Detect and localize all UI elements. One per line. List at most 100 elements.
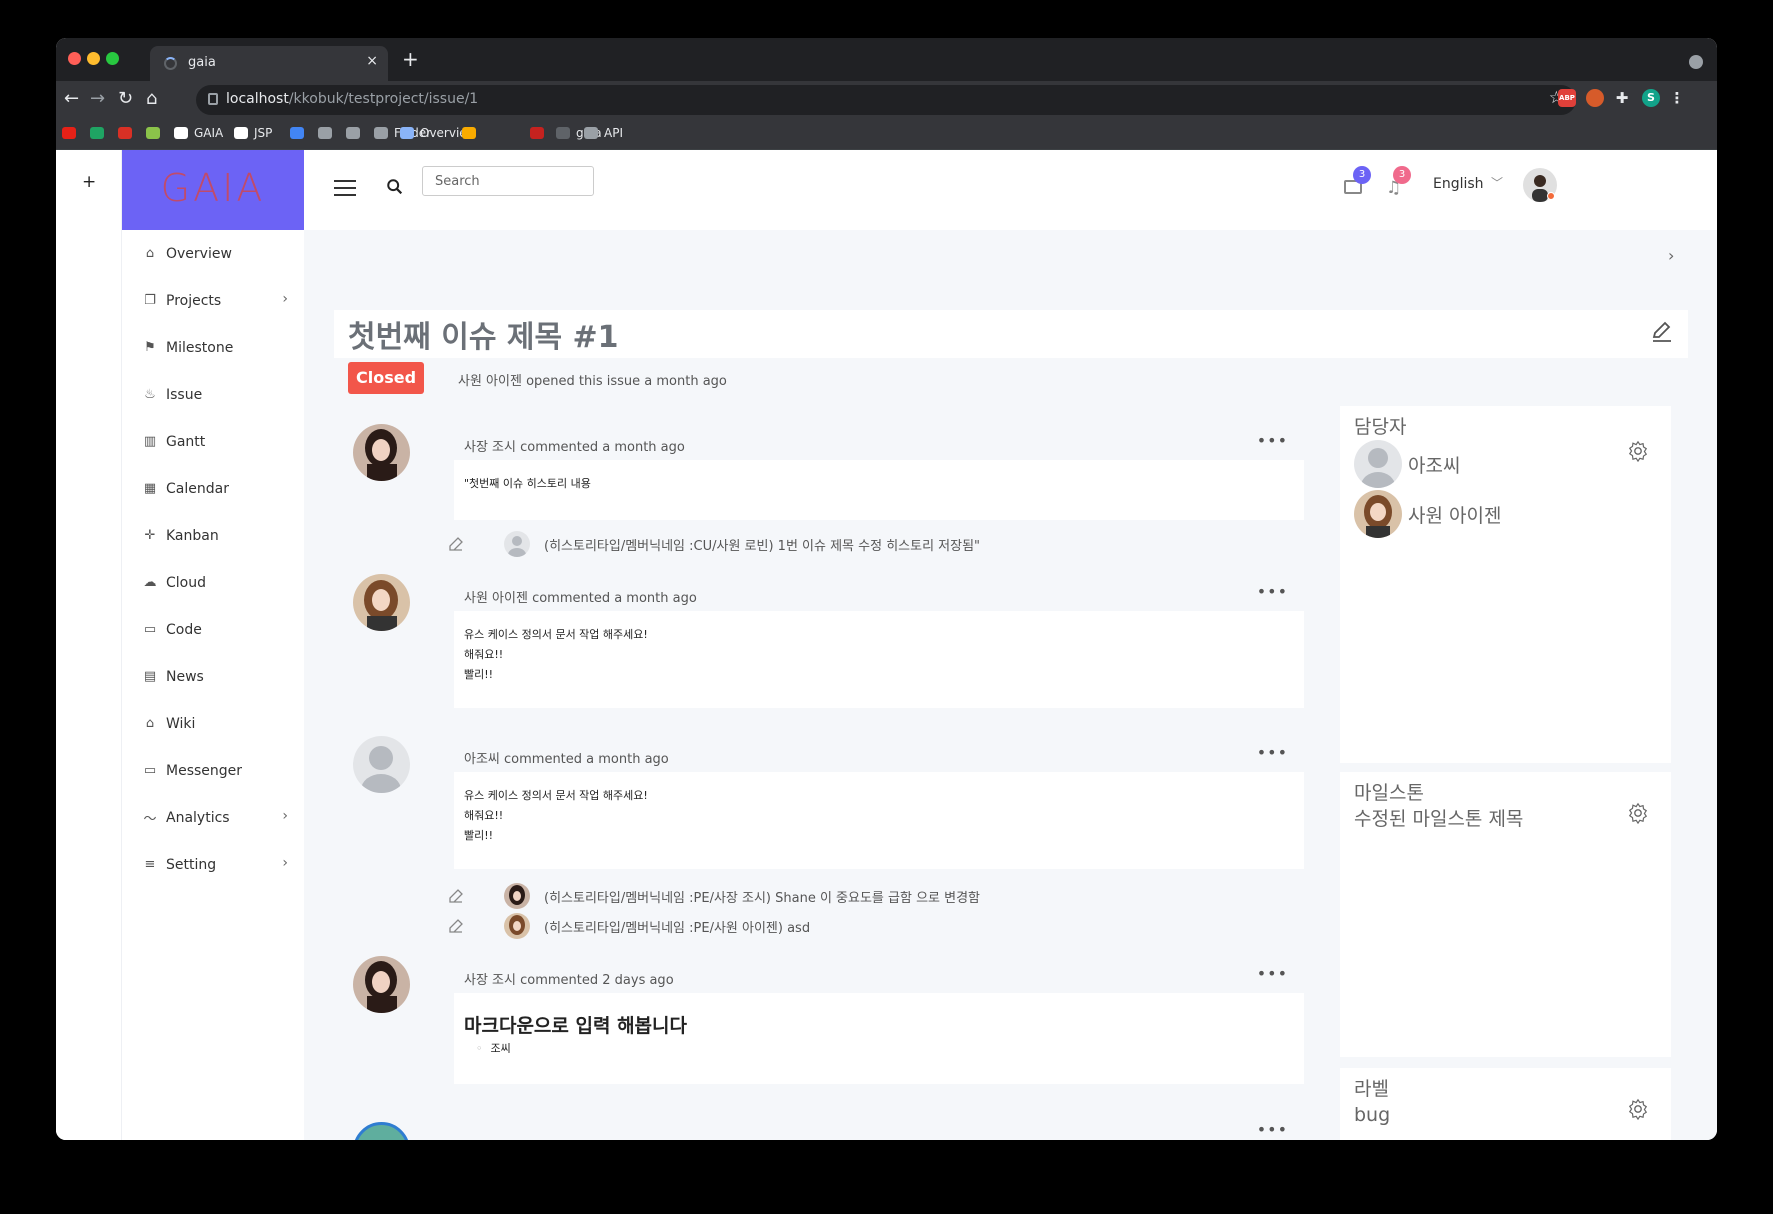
new-tab-button[interactable]: + bbox=[402, 49, 419, 69]
more-options-icon[interactable]: ••• bbox=[1257, 743, 1288, 762]
sidebar-item-label: Cloud bbox=[166, 574, 206, 591]
language-select[interactable]: English bbox=[1433, 176, 1484, 192]
sidebar-item-label: Projects bbox=[166, 292, 222, 309]
notification-count-badge: 3 bbox=[1393, 166, 1411, 184]
logo[interactable]: GAIA bbox=[122, 150, 304, 230]
comment-header: 아조씨 commented a month ago ••• bbox=[454, 738, 1304, 772]
sidebar-item-wiki[interactable]: ⌂ Wiki bbox=[122, 700, 304, 747]
assignee-title: 담당자 bbox=[1354, 416, 1407, 438]
tab-search-icon[interactable] bbox=[1689, 55, 1703, 69]
bookmark-favicon-icon bbox=[290, 127, 304, 139]
more-options-icon[interactable]: ••• bbox=[1257, 582, 1288, 601]
close-window-button[interactable] bbox=[68, 52, 81, 65]
sidebar-item-news[interactable]: ▤ News bbox=[122, 653, 304, 700]
label-value[interactable]: bug bbox=[1354, 1104, 1390, 1126]
assignee-item[interactable]: 아조씨 bbox=[1354, 440, 1460, 488]
home-button[interactable]: ⌂ bbox=[146, 87, 157, 111]
milestone-icon: ⚑ bbox=[144, 340, 156, 355]
puzzle-extensions-icon[interactable]: ✚ bbox=[1613, 89, 1631, 107]
search-input[interactable] bbox=[422, 166, 594, 196]
more-options-icon[interactable]: ••• bbox=[1257, 964, 1288, 983]
label-card: 라벨 bug bbox=[1340, 1068, 1671, 1140]
add-button[interactable]: + bbox=[82, 172, 96, 192]
bookmark-favicon-icon bbox=[318, 127, 332, 139]
address-bar[interactable]: localhost/kkobuk/testproject/issue/1 ☆ bbox=[196, 85, 1576, 115]
comment-body: 마크다운으로 입력 해봅니다 ◦ 조씨 bbox=[454, 993, 1304, 1084]
milestone-value[interactable]: 수정된 마일스톤 제목 bbox=[1354, 804, 1523, 831]
browser-tab[interactable]: gaia × bbox=[150, 46, 388, 81]
edit-history-icon bbox=[449, 889, 463, 903]
bookmark-label: API bbox=[604, 126, 623, 140]
bookmark-item[interactable] bbox=[146, 126, 166, 140]
edit-history-icon bbox=[449, 537, 463, 551]
bookmark-item[interactable]: JSP bbox=[234, 126, 272, 140]
sidebar-item-label: Code bbox=[166, 621, 202, 638]
bookmark-item[interactable] bbox=[290, 126, 310, 140]
sidebar-item-kanban[interactable]: ✛ Kanban bbox=[122, 512, 304, 559]
history-avatar bbox=[504, 913, 530, 939]
tab-close-button[interactable]: × bbox=[366, 53, 378, 69]
gear-icon[interactable] bbox=[1627, 802, 1649, 824]
sidebar-item-issue[interactable]: ♨ Issue bbox=[122, 371, 304, 418]
bookmark-item[interactable]: GAIA bbox=[174, 126, 223, 140]
sidebar-item-projects[interactable]: ❐ Projects › bbox=[122, 277, 304, 324]
bookmark-item[interactable] bbox=[530, 126, 550, 140]
sidebar-item-label: Issue bbox=[166, 386, 203, 403]
commenter-avatar bbox=[353, 574, 410, 631]
sidebar-item-milestone[interactable]: ⚑ Milestone bbox=[122, 324, 304, 371]
cloud-icon: ☁ bbox=[143, 575, 157, 590]
sidebar-item-calendar[interactable]: ▦ Calendar bbox=[122, 465, 304, 512]
sidebar-item-code[interactable]: ▭ Code bbox=[122, 606, 304, 653]
history-avatar bbox=[504, 531, 530, 557]
reload-button[interactable]: ↻ bbox=[118, 87, 133, 111]
back-button[interactable]: ← bbox=[64, 87, 79, 111]
assignee-card: 담당자 아조씨 사원 아이젠 bbox=[1340, 406, 1671, 763]
bookmark-favicon-icon bbox=[374, 127, 388, 139]
comment-header: 사장 조시 commented 2 days ago ••• bbox=[454, 959, 1304, 993]
bookmark-item[interactable] bbox=[462, 126, 482, 140]
zoom-window-button[interactable] bbox=[106, 52, 119, 65]
kebab-menu-icon[interactable]: ⋮ bbox=[1668, 89, 1686, 107]
bookmark-item[interactable] bbox=[318, 126, 338, 140]
extension-icon[interactable] bbox=[1586, 89, 1604, 107]
chevron-down-icon[interactable]: ﹀ bbox=[1491, 174, 1503, 191]
edit-icon[interactable] bbox=[1650, 320, 1674, 344]
sidebar-item-label: Setting bbox=[166, 856, 217, 873]
sidebar-item-messenger[interactable]: ▭ Messenger bbox=[122, 747, 304, 794]
more-options-icon[interactable]: ••• bbox=[1257, 1120, 1288, 1139]
history-entry: (히스토리타입/멤버닉네임 :PE/사원 아이젠) asd bbox=[448, 913, 810, 939]
search-icon[interactable] bbox=[386, 178, 404, 196]
profile-avatar[interactable]: S bbox=[1642, 89, 1660, 107]
bookmark-label: JSP bbox=[254, 126, 273, 140]
sidebar-item-analytics[interactable]: 〜 Analytics › bbox=[122, 794, 304, 841]
adblock-extension-icon[interactable]: ABP bbox=[1558, 89, 1576, 107]
sidebar-item-setting[interactable]: ≡ Setting › bbox=[122, 841, 304, 888]
hamburger-menu-icon[interactable] bbox=[334, 180, 356, 198]
forward-button[interactable]: → bbox=[90, 87, 105, 111]
bookmark-favicon-icon bbox=[346, 127, 360, 139]
bookmark-item[interactable] bbox=[90, 126, 110, 140]
assignee-avatar bbox=[1354, 440, 1402, 488]
chevron-right-icon[interactable]: › bbox=[1668, 246, 1674, 265]
bookmark-item[interactable] bbox=[62, 126, 82, 140]
commenter-avatar bbox=[353, 736, 410, 793]
issue-opened-meta: 사원 아이젠 opened this issue a month ago bbox=[458, 374, 727, 389]
sidebar-item-label: Kanban bbox=[166, 527, 219, 544]
sidebar-item-overview[interactable]: ⌂ Overview bbox=[122, 230, 304, 277]
sidebar-item-cloud[interactable]: ☁ Cloud bbox=[122, 559, 304, 606]
bookmark-favicon-icon bbox=[174, 127, 188, 139]
minimize-window-button[interactable] bbox=[87, 52, 100, 65]
sidebar-item-label: Overview bbox=[166, 245, 232, 262]
url-text[interactable]: localhost/kkobuk/testproject/issue/1 bbox=[226, 91, 478, 107]
bookmark-item[interactable]: API bbox=[584, 126, 623, 140]
bookmark-favicon-icon bbox=[400, 127, 414, 139]
bookmark-item[interactable] bbox=[118, 126, 138, 140]
more-options-icon[interactable]: ••• bbox=[1257, 431, 1288, 450]
assignee-item[interactable]: 사원 아이젠 bbox=[1354, 490, 1501, 538]
bookmark-item[interactable] bbox=[346, 126, 366, 140]
history-entry: (히스토리타입/멤버닉네임 :CU/사원 로빈) 1번 이슈 제목 수정 히스토… bbox=[448, 531, 980, 557]
gear-icon[interactable] bbox=[1627, 440, 1649, 462]
sidebar-item-gantt[interactable]: ▥ Gantt bbox=[122, 418, 304, 465]
assignee-avatar bbox=[1354, 490, 1402, 538]
gear-icon[interactable] bbox=[1627, 1098, 1649, 1120]
